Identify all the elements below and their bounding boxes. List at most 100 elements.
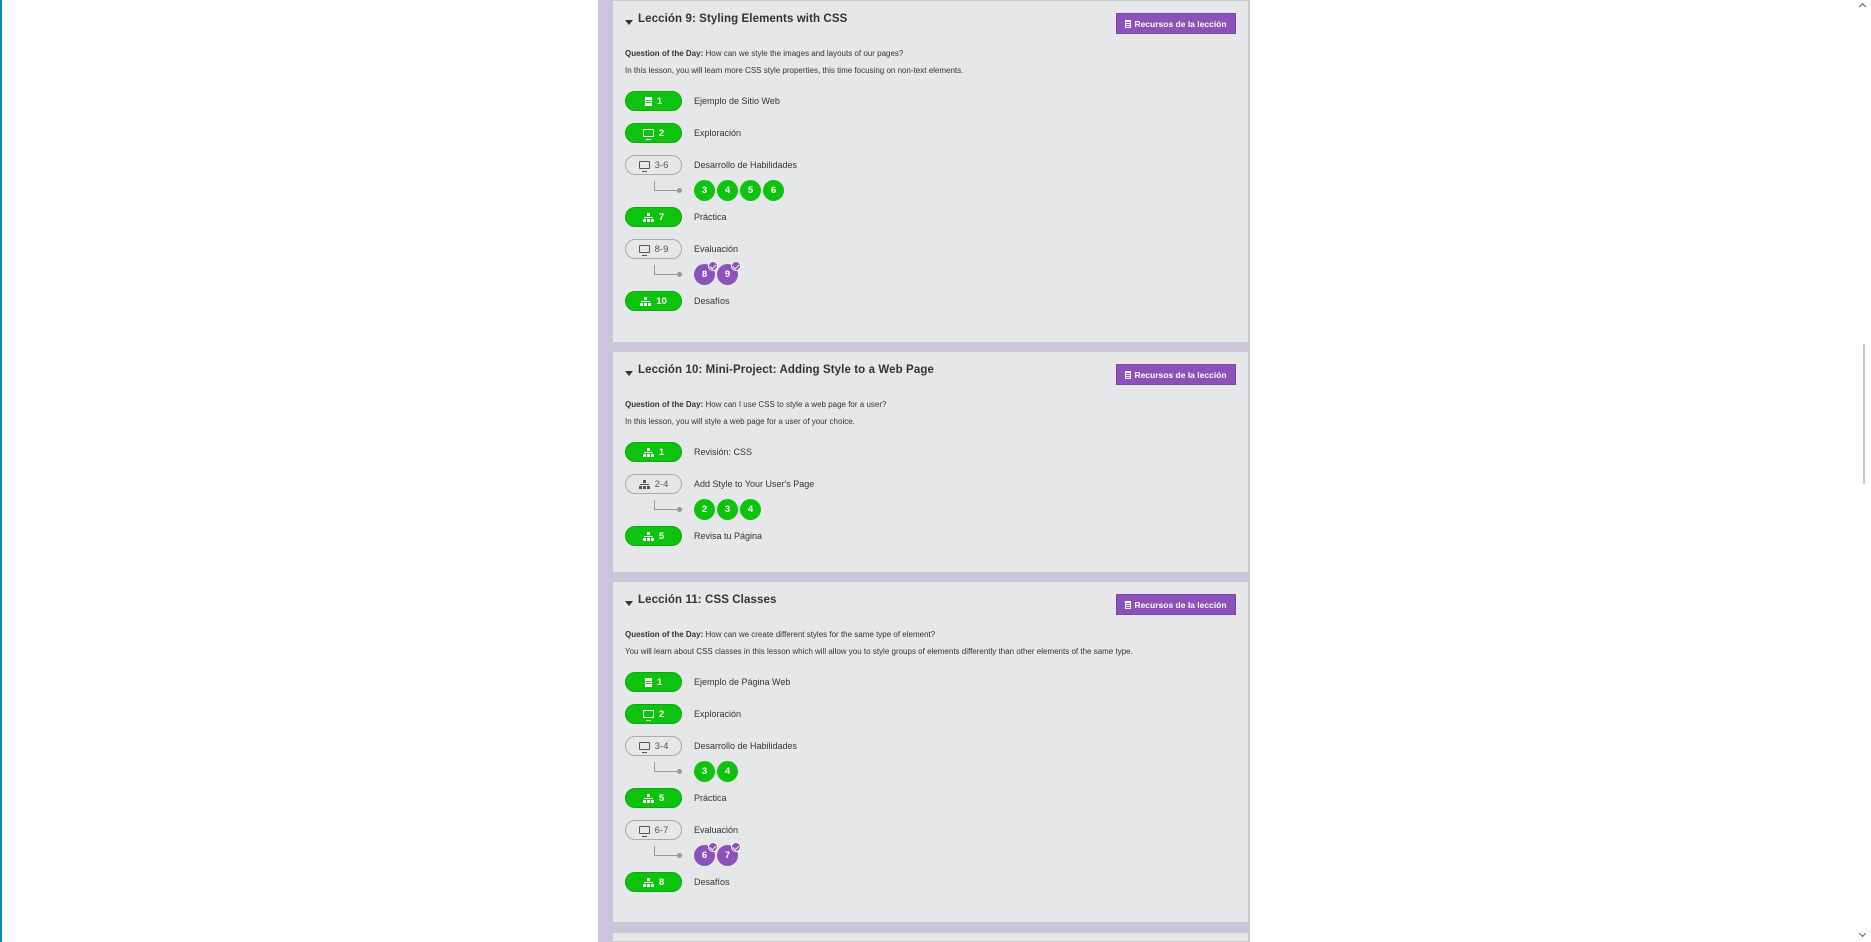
activity-badge[interactable]: 2 bbox=[625, 123, 682, 143]
activity-badge[interactable]: 8 bbox=[625, 872, 682, 892]
sub-activity-bubble[interactable]: 9 bbox=[717, 261, 741, 285]
activity-label[interactable]: Revisa tu Página bbox=[694, 531, 762, 541]
activity-row[interactable]: 3-4 Desarrollo de Habilidades bbox=[625, 736, 797, 756]
activity-row[interactable]: 1 Ejemplo de Página Web bbox=[625, 672, 790, 692]
lesson-title: Lección 10: Mini-Project: Adding Style t… bbox=[638, 364, 934, 376]
activity-row[interactable]: 5 Práctica bbox=[625, 788, 727, 808]
sub-activity-bubble[interactable]: 4 bbox=[717, 761, 738, 782]
qotd-label: Question of the Day: bbox=[625, 400, 704, 409]
activity-label[interactable]: Ejemplo de Sitio Web bbox=[694, 96, 780, 106]
sub-activity-bubbles: 2 3 4 bbox=[694, 499, 761, 520]
activity-badge[interactable]: 1 bbox=[625, 91, 682, 111]
sub-activity-bubble[interactable]: 2 bbox=[694, 499, 715, 520]
lesson-resources-button[interactable]: Recursos de la lección bbox=[1116, 364, 1236, 385]
activity-row[interactable]: 2 Exploración bbox=[625, 704, 741, 724]
activity-row[interactable]: 8-9 Evaluación bbox=[625, 239, 738, 259]
sub-activity-bubble[interactable]: 7 bbox=[717, 842, 741, 866]
activity-label[interactable]: Exploración bbox=[694, 709, 741, 719]
page-scrollbar[interactable] bbox=[1857, 0, 1871, 942]
caret-down-icon[interactable] bbox=[625, 20, 633, 25]
activity-row[interactable]: 1 Revisión: CSS bbox=[625, 442, 752, 462]
lesson-resources-button[interactable]: Recursos de la lección bbox=[1116, 594, 1236, 615]
question-of-the-day: Question of the Day: How can we style th… bbox=[625, 45, 1236, 62]
activity-label[interactable]: Exploración bbox=[694, 128, 741, 138]
activity-label[interactable]: Add Style to Your User's Page bbox=[694, 479, 814, 489]
activity-badge[interactable]: 5 bbox=[625, 526, 682, 546]
sub-activity-number: 6 bbox=[770, 185, 777, 196]
hierarchy-icon bbox=[643, 877, 654, 887]
activity-badge[interactable]: 3-4 bbox=[625, 736, 682, 756]
scroll-down-icon[interactable] bbox=[1858, 929, 1867, 938]
activity-row[interactable]: 6-7 Evaluación bbox=[625, 820, 738, 840]
activity-badge[interactable]: 1 bbox=[625, 442, 682, 462]
sub-activity-bubble[interactable]: 3 bbox=[694, 761, 715, 782]
sub-activity-bubbles: 89 bbox=[694, 261, 741, 285]
lesson-header[interactable]: Lección 10: Mini-Project: Adding Style t… bbox=[625, 364, 1236, 385]
monitor-icon bbox=[642, 710, 654, 721]
lesson-header[interactable]: Lección 9: Styling Elements with CSS Recu… bbox=[625, 13, 1236, 34]
activity-row[interactable]: 2-4 Add Style to Your User's Page bbox=[625, 474, 814, 494]
document-icon bbox=[644, 96, 652, 106]
sub-activity-bubble[interactable]: 3 bbox=[717, 499, 738, 520]
activity-row[interactable]: 3-6 Desarrollo de Habilidades bbox=[625, 155, 797, 175]
activity-label[interactable]: Desarrollo de Habilidades bbox=[694, 741, 797, 751]
monitor-icon bbox=[638, 161, 650, 172]
activity-label[interactable]: Revisión: CSS bbox=[694, 447, 752, 457]
sub-activity-number: 2 bbox=[701, 504, 708, 515]
scroll-up-icon[interactable] bbox=[1858, 2, 1867, 11]
sub-activity-bubble[interactable]: 6 bbox=[763, 180, 784, 201]
monitor-icon bbox=[642, 129, 654, 140]
lesson-overview: Question of the Day: How can we style th… bbox=[625, 45, 1236, 79]
activity-row[interactable]: 5 Revisa tu Página bbox=[625, 526, 762, 546]
activity-label[interactable]: Desarrollo de Habilidades bbox=[694, 160, 797, 170]
activity-row[interactable]: 10 Desafíos bbox=[625, 291, 730, 311]
qotd-label: Question of the Day: bbox=[625, 630, 704, 639]
activity-label[interactable]: Desafíos bbox=[694, 877, 730, 887]
sub-activity-bubble[interactable]: 4 bbox=[717, 180, 738, 201]
activity-badge[interactable]: 2-4 bbox=[625, 474, 682, 494]
sub-activity-bubble[interactable]: 6 bbox=[694, 842, 718, 866]
activity-badge[interactable]: 10 bbox=[625, 291, 682, 311]
activity-row[interactable]: 2 Exploración bbox=[625, 123, 741, 143]
activity-label[interactable]: Evaluación bbox=[694, 244, 738, 254]
sub-activity-number: 3 bbox=[701, 766, 708, 777]
activity-label[interactable]: Evaluación bbox=[694, 825, 738, 835]
lesson-title: Lección 11: CSS Classes bbox=[638, 594, 777, 606]
activity-badge[interactable]: 6-7 bbox=[625, 820, 682, 840]
activity-label[interactable]: Práctica bbox=[694, 793, 727, 803]
activity-row[interactable]: 8 Desafíos bbox=[625, 872, 730, 892]
lesson-card: Lección 9: Styling Elements with CSS Recu… bbox=[612, 0, 1249, 343]
caret-down-icon[interactable] bbox=[625, 601, 633, 606]
lesson-card: Lección 10: Mini-Project: Adding Style t… bbox=[612, 351, 1249, 573]
activity-badge[interactable]: 1 bbox=[625, 672, 682, 692]
activity-badge[interactable]: 7 bbox=[625, 207, 682, 227]
activity-label[interactable]: Ejemplo de Página Web bbox=[694, 677, 790, 687]
sub-activity-bubble[interactable]: 4 bbox=[740, 499, 761, 520]
activity-badge[interactable]: 2 bbox=[625, 704, 682, 724]
activity-number: 5 bbox=[658, 530, 665, 542]
activity-badge[interactable]: 5 bbox=[625, 788, 682, 808]
activity-row[interactable]: 1 Ejemplo de Sitio Web bbox=[625, 91, 780, 111]
activity-row[interactable]: 7 Práctica bbox=[625, 207, 727, 227]
lesson-resources-button[interactable]: Recursos de la lección bbox=[1116, 13, 1236, 34]
lesson-header[interactable]: Lección 11: CSS Classes Recursos de la le… bbox=[625, 594, 1236, 615]
activity-badge[interactable]: 3-6 bbox=[625, 155, 682, 175]
sub-activity-bubble[interactable]: 3 bbox=[694, 180, 715, 201]
caret-down-icon[interactable] bbox=[625, 371, 633, 376]
activity-number: 2 bbox=[658, 708, 665, 720]
activity-number: 2 bbox=[658, 127, 665, 139]
activity-label[interactable]: Desafíos bbox=[694, 296, 730, 306]
lesson-overview: Question of the Day: How can I use CSS t… bbox=[625, 396, 1236, 430]
hierarchy-icon bbox=[643, 447, 654, 457]
scroll-thumb[interactable] bbox=[1863, 344, 1865, 484]
sub-activity-bubble[interactable]: 8 bbox=[694, 261, 718, 285]
hierarchy-icon bbox=[639, 479, 650, 489]
sub-activity-bubble[interactable]: 5 bbox=[740, 180, 761, 201]
activity-number: 1 bbox=[658, 446, 665, 458]
activity-list: 1 Ejemplo de Sitio Web 2 Exploración 3-6 Desa… bbox=[625, 91, 1236, 323]
activity-badge[interactable]: 8-9 bbox=[625, 239, 682, 259]
lesson-description: In this lesson, you will style a web pag… bbox=[625, 417, 855, 426]
qotd-text: How can we style the images and layouts … bbox=[705, 49, 904, 58]
activity-label[interactable]: Práctica bbox=[694, 212, 727, 222]
document-icon bbox=[644, 677, 652, 687]
